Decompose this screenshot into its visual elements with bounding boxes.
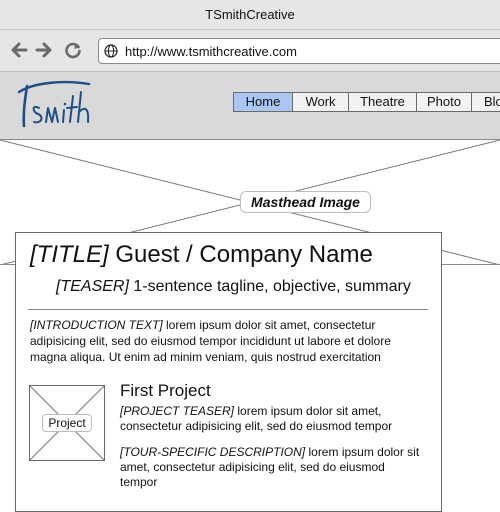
title-placeholder-tag: [TITLE] <box>30 241 109 268</box>
reload-icon[interactable] <box>62 39 84 61</box>
menu-item-blog[interactable]: Blog <box>471 92 500 112</box>
globe-icon <box>104 44 118 58</box>
site-header: Home Work Theatre Photo Blog <box>0 72 500 140</box>
page-title: [TITLE] Guest / Company Name <box>30 241 373 269</box>
menu-item-work[interactable]: Work <box>292 92 349 112</box>
site-logo[interactable] <box>15 78 95 139</box>
project-thumbnail[interactable]: Project <box>29 385 105 461</box>
menu-item-theatre[interactable]: Theatre <box>348 92 417 112</box>
page-teaser: [TEASER] 1-sentence tagline, objective, … <box>56 278 411 296</box>
window-titlebar: TSmithCreative <box>0 0 500 30</box>
masthead-label: Masthead Image <box>240 191 371 213</box>
project-teaser-tag: [PROJECT TEASER] <box>120 404 235 418</box>
forward-arrow-icon[interactable] <box>33 39 55 61</box>
divider <box>28 309 428 310</box>
address-bar[interactable]: http://www.tsmithcreative.com <box>98 38 500 64</box>
url-text: http://www.tsmithcreative.com <box>125 44 297 59</box>
content-panel: [TITLE] Guest / Company Name [TEASER] 1-… <box>15 232 442 512</box>
back-arrow-icon[interactable] <box>8 39 30 61</box>
title-text: Guest / Company Name <box>108 241 373 268</box>
teaser-text: 1-sentence tagline, objective, summary <box>128 278 411 295</box>
project-title[interactable]: First Project <box>120 381 211 401</box>
menu-item-home[interactable]: Home <box>233 92 293 112</box>
intro-placeholder-tag: [INTRODUCTION TEXT] <box>30 318 163 332</box>
teaser-placeholder-tag: [TEASER] <box>56 278 129 295</box>
thumbnail-label: Project <box>42 414 92 432</box>
browser-toolbar: http://www.tsmithcreative.com <box>0 30 500 72</box>
site-menu: Home Work Theatre Photo Blog <box>233 92 500 112</box>
menu-item-photo[interactable]: Photo <box>416 92 472 112</box>
introduction-paragraph: [INTRODUCTION TEXT] lorem ipsum dolor si… <box>30 317 430 365</box>
project-teaser: [PROJECT TEASER] lorem ipsum dolor sit a… <box>120 404 425 434</box>
project-description: [TOUR-SPECIFIC DESCRIPTION] lorem ipsum … <box>120 445 425 490</box>
window-title: TSmithCreative <box>205 7 295 22</box>
project-desc-tag: [TOUR-SPECIFIC DESCRIPTION] <box>120 445 306 459</box>
